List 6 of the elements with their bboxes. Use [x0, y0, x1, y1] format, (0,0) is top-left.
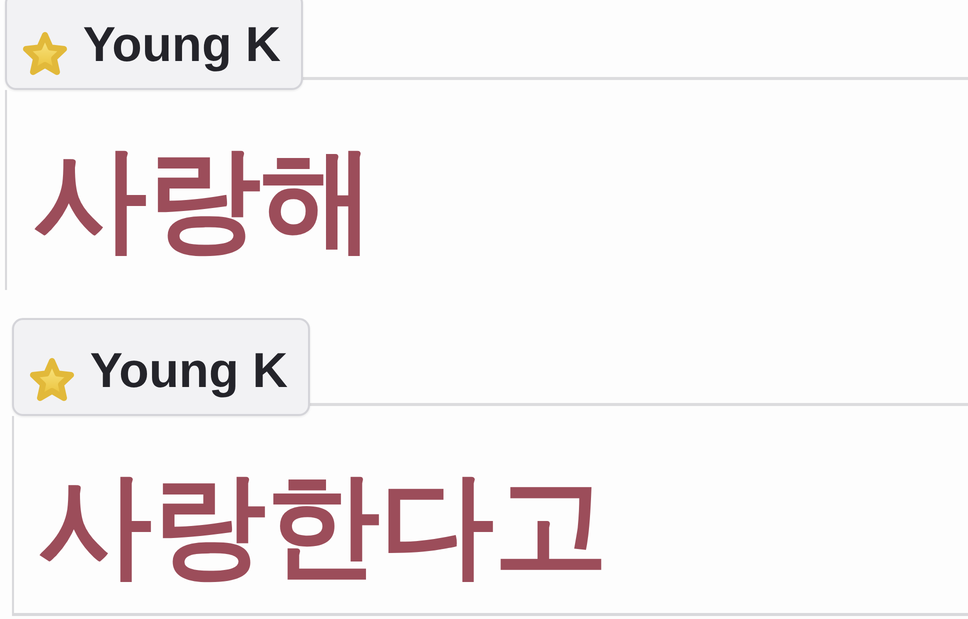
- message-text: 사랑해: [33, 131, 375, 267]
- star-icon: [21, 31, 69, 77]
- star-icon: [28, 357, 76, 403]
- message-text: 사랑한다고: [38, 457, 608, 593]
- username: Young K: [90, 346, 288, 396]
- username: Young K: [83, 20, 281, 70]
